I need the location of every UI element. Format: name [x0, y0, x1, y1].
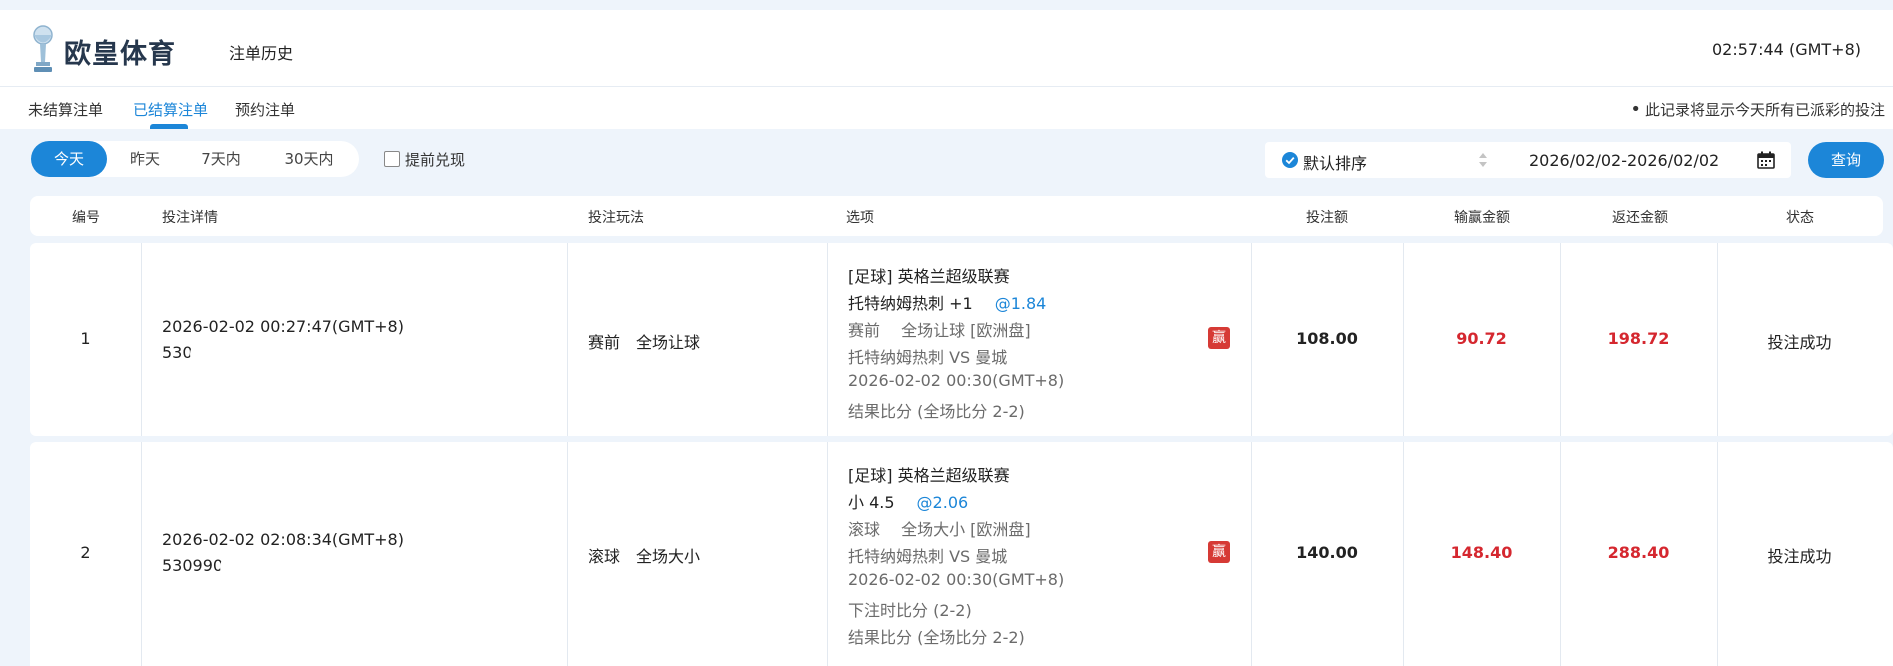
bet-play: 赛前 全场让球	[588, 333, 701, 352]
sort-label: 默认排序	[1303, 154, 1368, 173]
redaction-mask	[190, 342, 398, 366]
selection-odds: @2.06	[916, 493, 969, 512]
status-text: 投注成功	[1767, 547, 1832, 566]
date-range-picker[interactable]: 2026/02/02-2026/02/02	[1504, 142, 1791, 178]
period-30days[interactable]: 30天内	[259, 141, 359, 177]
early-cashout-label[interactable]: 提前兑现	[405, 149, 465, 170]
row-number: 1	[80, 329, 91, 348]
win-badge: 赢	[1208, 541, 1230, 563]
selection-league: [足球] 英格兰超级联赛	[848, 267, 1010, 286]
period-today[interactable]: 今天	[31, 141, 107, 177]
bet-id: 530	[162, 343, 193, 362]
bet-time: 2026-02-02 02:08:34(GMT+8)	[162, 530, 404, 549]
tab-settled[interactable]: 已结算注单	[133, 99, 208, 120]
col-play: 投注玩法	[588, 210, 644, 226]
query-button[interactable]: 查询	[1808, 142, 1884, 178]
selection-pick: 小 4.5 @2.06	[848, 489, 968, 513]
selection-kickoff: 2026-02-02 00:30(GMT+8)	[848, 570, 1065, 589]
notice-text: 此记录将显示今天所有已派彩的投注	[1644, 101, 1885, 119]
win-badge: 赢	[1208, 327, 1230, 349]
col-stake: 投注额	[1306, 210, 1348, 226]
col-bet-detail: 投注详情	[162, 210, 218, 226]
settled-notice: • 此记录将显示今天所有已派彩的投注	[1630, 99, 1885, 120]
divider	[827, 243, 828, 436]
selection-market: 滚球 全场大小 [欧洲盘]	[848, 520, 1031, 539]
divider	[141, 243, 142, 436]
bet-history-page: 欧皇体育 注单历史 02:57:44 (GMT+8) 未结算注单 已结算注单 预…	[0, 0, 1893, 666]
selection-pick-text: 小 4.5	[848, 493, 895, 512]
selection-kickoff: 2026-02-02 00:30(GMT+8)	[848, 371, 1065, 390]
status-text: 投注成功	[1767, 333, 1832, 352]
calendar-icon	[1757, 151, 1775, 169]
selection-match: 托特纳姆热刺 VS 曼城	[848, 348, 1008, 367]
bet-id: 530990	[162, 556, 224, 575]
selection-market: 赛前 全场让球 [欧洲盘]	[848, 321, 1031, 340]
selection-pick-text: 托特纳姆热刺 +1	[848, 294, 973, 313]
stake-amount: 108.00	[1296, 329, 1358, 348]
table-header: 编号 投注详情 投注玩法 选项 投注额 输赢金额 返还金额 状态	[30, 196, 1883, 236]
brand-name: 欧皇体育	[64, 39, 176, 70]
active-tab-indicator	[150, 124, 188, 129]
divider	[141, 442, 142, 666]
col-selection: 选项	[846, 210, 874, 226]
period-selector: 今天 昨天 7天内 30天内	[31, 141, 359, 177]
col-no: 编号	[72, 210, 100, 226]
table-row[interactable]: 2 2026-02-02 02:08:34(GMT+8) 530990 滚球 全…	[30, 442, 1893, 666]
divider	[567, 243, 568, 436]
sort-select[interactable]: 默认排序	[1265, 142, 1518, 178]
sort-arrows-icon	[1479, 153, 1487, 167]
redaction-mask	[220, 555, 388, 579]
top-header: 欧皇体育 注单历史 02:57:44 (GMT+8)	[0, 10, 1893, 87]
win-loss-amount: 148.40	[1450, 543, 1513, 562]
tab-unsettled[interactable]: 未结算注单	[28, 99, 103, 120]
selection-result: 结果比分 (全场比分 2-2)	[848, 402, 1025, 421]
return-amount: 288.40	[1607, 543, 1670, 562]
bullet-icon: •	[1630, 99, 1641, 120]
selection-live-score: 下注时比分 (2-2)	[848, 601, 972, 620]
nav-bet-history[interactable]: 注单历史	[229, 40, 293, 64]
selection-match: 托特纳姆热刺 VS 曼城	[848, 547, 1008, 566]
stake-amount: 140.00	[1296, 543, 1358, 562]
period-yesterday[interactable]: 昨天	[107, 141, 183, 177]
col-return: 返还金额	[1612, 210, 1668, 226]
check-circle-icon	[1282, 152, 1298, 168]
selection-league: [足球] 英格兰超级联赛	[848, 466, 1010, 485]
period-7days[interactable]: 7天内	[183, 141, 259, 177]
bet-time: 2026-02-02 00:27:47(GMT+8)	[162, 317, 404, 336]
date-range-value: 2026/02/02-2026/02/02	[1529, 151, 1720, 170]
selection-result: 结果比分 (全场比分 2-2)	[848, 628, 1025, 647]
selection-odds: @1.84	[994, 294, 1047, 313]
col-win-loss: 输赢金额	[1454, 210, 1510, 226]
table-row[interactable]: 1 2026-02-02 00:27:47(GMT+8) 530 赛前 全场让球…	[30, 243, 1893, 436]
selection-pick: 托特纳姆热刺 +1 @1.84	[848, 290, 1046, 314]
bet-play: 滚球 全场大小	[588, 547, 701, 566]
win-loss-amount: 90.72	[1456, 329, 1507, 348]
return-amount: 198.72	[1607, 329, 1670, 348]
trophy-logo-icon	[33, 25, 53, 72]
header-clock: 02:57:44 (GMT+8)	[1712, 40, 1861, 59]
row-number: 2	[80, 543, 91, 562]
bet-tabs: 未结算注单 已结算注单 预约注单 • 此记录将显示今天所有已派彩的投注	[0, 87, 1893, 129]
tab-reserved[interactable]: 预约注单	[235, 99, 295, 120]
early-cashout-checkbox[interactable]	[384, 151, 400, 167]
divider	[567, 442, 568, 666]
col-status: 状态	[1786, 210, 1814, 226]
divider	[827, 442, 828, 666]
